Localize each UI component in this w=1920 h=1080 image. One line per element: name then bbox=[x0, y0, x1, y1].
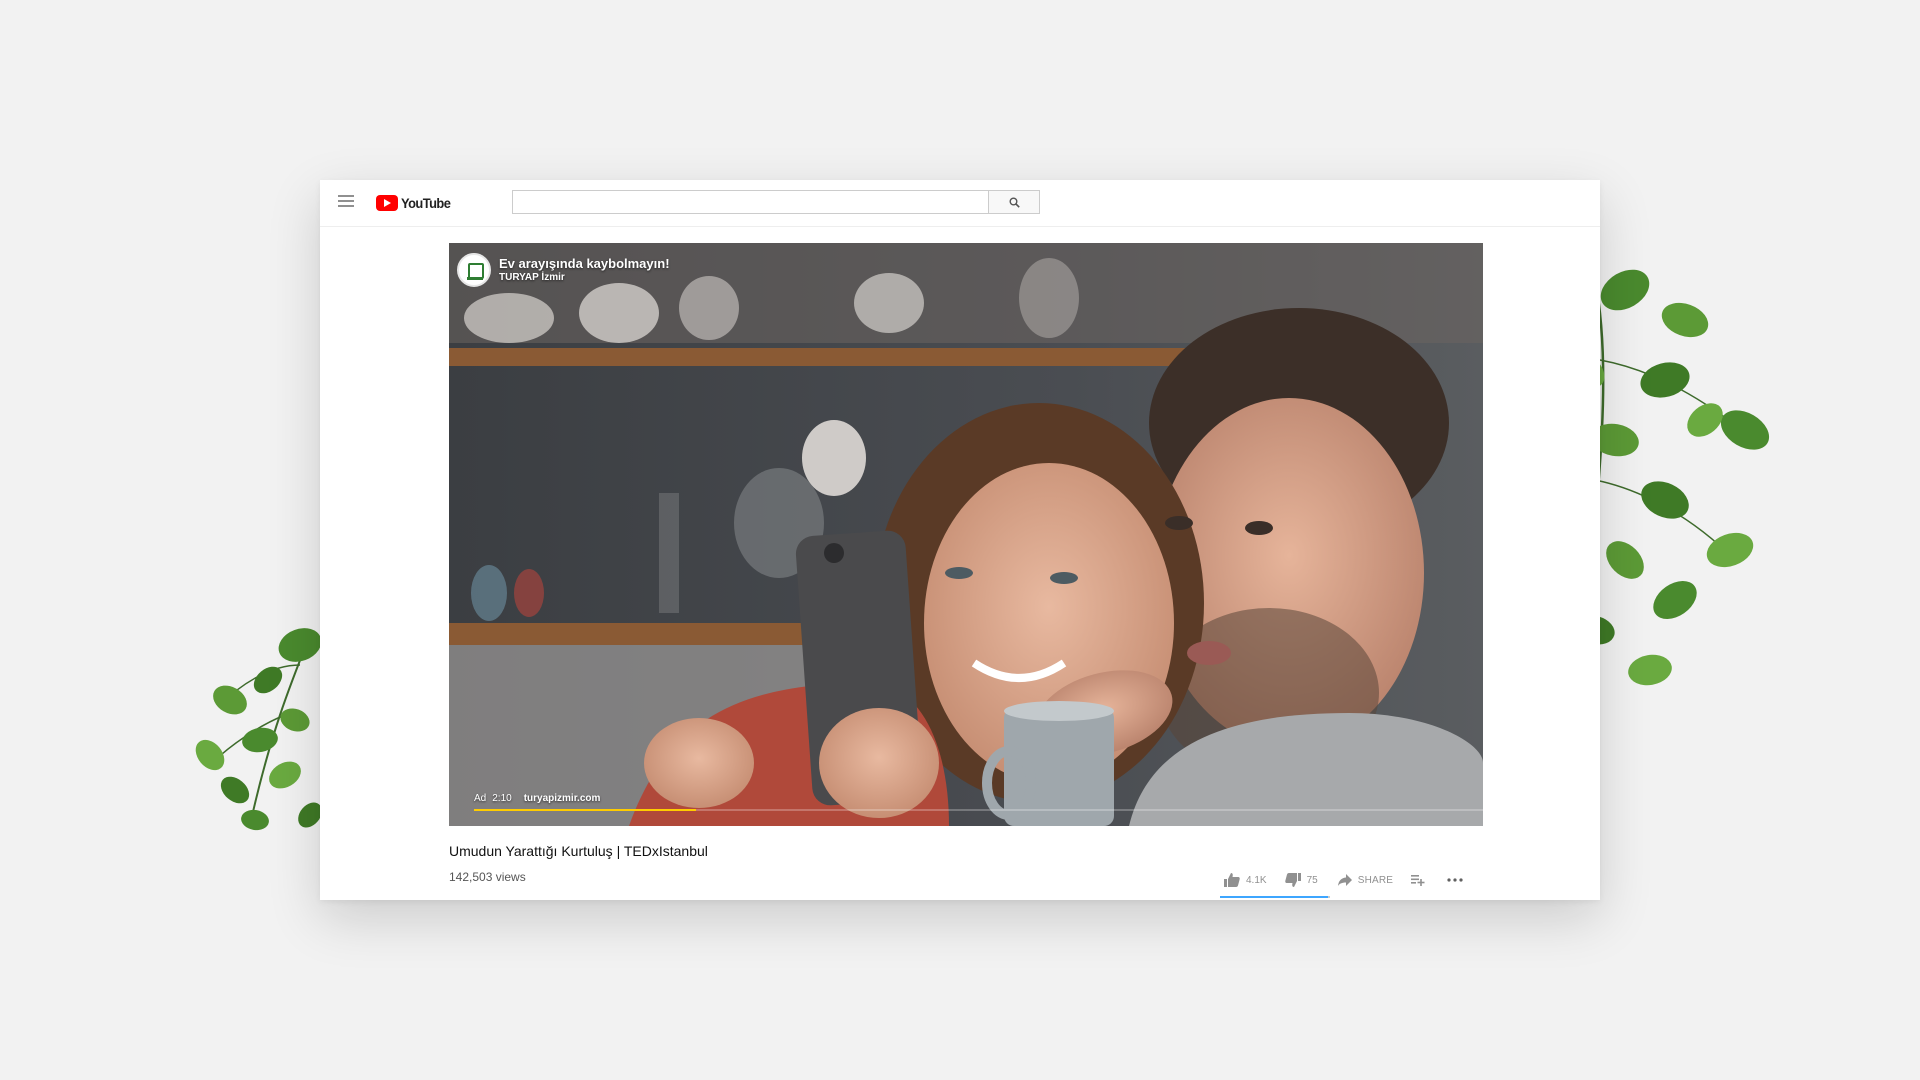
playlist-add-icon bbox=[1411, 875, 1425, 886]
ad-title[interactable]: Ev arayışında kaybolmayın! bbox=[499, 256, 670, 272]
like-button[interactable]: 4.1K bbox=[1224, 873, 1267, 887]
ad-url-link[interactable]: turyapizmir.com bbox=[524, 793, 601, 804]
youtube-window: YouTube Ev arayışında kaybolmayın! TURYA… bbox=[320, 180, 1600, 900]
video-player[interactable]: Ev arayışında kaybolmayın! TURYAP İzmir … bbox=[449, 243, 1483, 826]
search-icon bbox=[1009, 197, 1020, 208]
hamburger-menu-icon[interactable] bbox=[338, 195, 354, 209]
ad-channel[interactable]: TURYAP İzmir bbox=[499, 272, 670, 284]
share-label: SHARE bbox=[1357, 874, 1394, 886]
thumbs-down-icon bbox=[1284, 873, 1301, 887]
masthead: YouTube bbox=[320, 180, 1600, 227]
ad-header: Ev arayışında kaybolmayın! TURYAP İzmir bbox=[457, 253, 670, 287]
ad-progress-fill bbox=[474, 809, 696, 811]
video-title: Umudun Yarattığı Kurtuluş | TEDxIstanbul bbox=[449, 843, 708, 859]
video-actions: 4.1K 75 SHARE bbox=[1224, 870, 1463, 890]
add-to-playlist-button[interactable] bbox=[1411, 874, 1425, 886]
like-count: 4.1K bbox=[1246, 874, 1267, 886]
dislike-count: 75 bbox=[1306, 874, 1318, 886]
search-input[interactable] bbox=[512, 190, 988, 214]
more-actions-button[interactable] bbox=[1447, 878, 1463, 882]
dislike-button[interactable]: 75 bbox=[1284, 873, 1318, 887]
play-logo-icon bbox=[376, 195, 398, 211]
share-arrow-icon bbox=[1337, 874, 1352, 886]
search-button[interactable] bbox=[988, 190, 1040, 214]
like-sentiment-bar bbox=[1220, 896, 1330, 898]
like-sentiment-fill bbox=[1220, 896, 1328, 898]
plant-decoration-left bbox=[195, 628, 322, 831]
ad-titles: Ev arayışında kaybolmayın! TURYAP İzmir bbox=[499, 256, 670, 284]
ad-progress-bar[interactable] bbox=[474, 809, 1483, 811]
logo-text: YouTube bbox=[401, 195, 451, 211]
ad-time: 2:10 bbox=[492, 793, 512, 804]
youtube-logo[interactable]: YouTube bbox=[376, 193, 455, 213]
ad-badge: Ad bbox=[474, 793, 487, 804]
video-frame bbox=[449, 243, 1483, 826]
more-dots-icon bbox=[1447, 878, 1463, 882]
share-button[interactable]: SHARE bbox=[1337, 874, 1394, 886]
presentation-stage: YouTube Ev arayışında kaybolmayın! TURYA… bbox=[0, 0, 1920, 1080]
ad-footer: Ad 2:10 turyapizmir.com bbox=[474, 793, 600, 804]
view-count: 142,503 views bbox=[449, 870, 526, 884]
advertiser-logo-icon[interactable] bbox=[457, 253, 491, 287]
thumbs-up-icon bbox=[1224, 873, 1240, 887]
